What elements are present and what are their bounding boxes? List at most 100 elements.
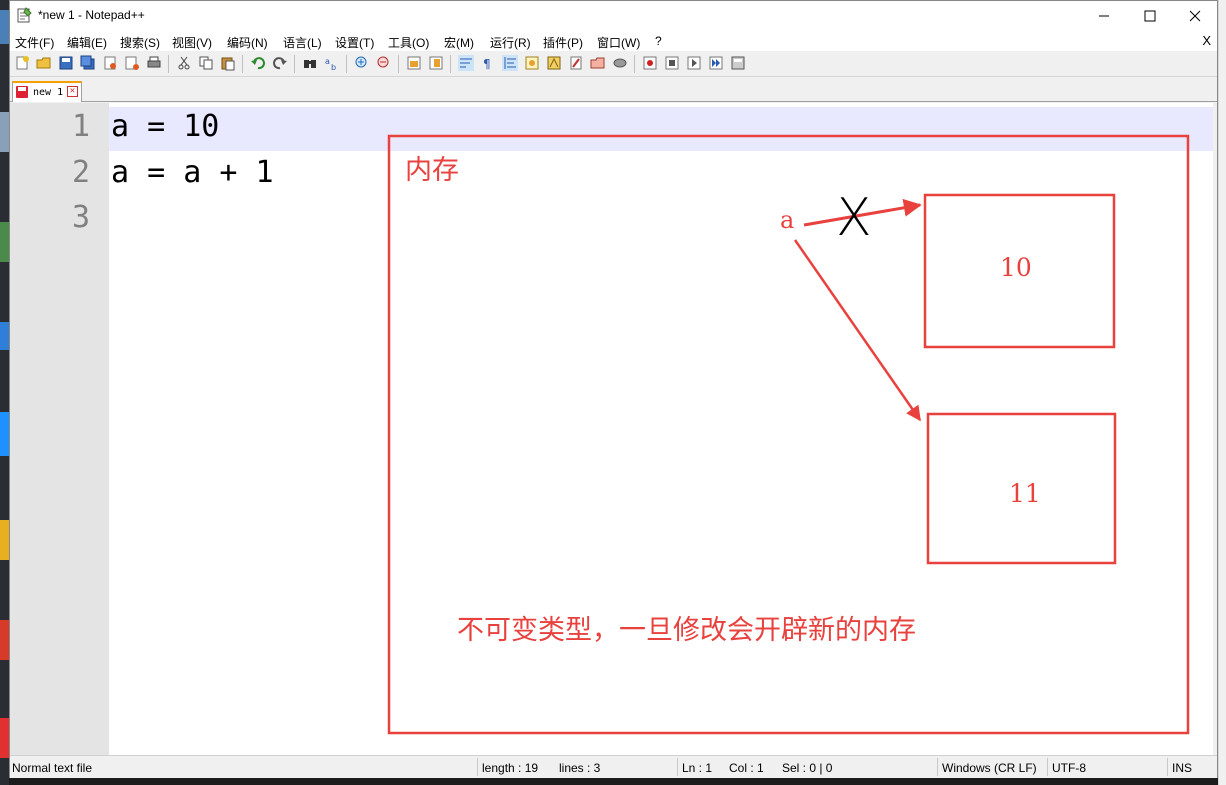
status-lines: lines : 3 [559, 761, 601, 775]
record-macro-icon[interactable] [642, 55, 658, 71]
close-icon [1189, 10, 1201, 22]
menu-tools[interactable]: 工具(O) [388, 34, 429, 51]
line-number-gutter: 1 2 3 [10, 103, 109, 755]
undo-icon[interactable] [250, 55, 266, 71]
line-number: 3 [71, 200, 90, 235]
title-bar[interactable]: *new 1 - Notepad++ [10, 1, 1217, 31]
open-file-icon[interactable] [36, 55, 52, 71]
menu-bar: 文件(F) 编辑(E) 搜索(S) 视图(V) 编码(N) 语言(L) 设置(T… [10, 31, 1217, 51]
zoom-out-icon[interactable] [376, 55, 392, 71]
status-encoding[interactable]: UTF-8 [1052, 761, 1086, 775]
sync-horizontal-icon[interactable] [428, 55, 444, 71]
toolbar-separator [346, 55, 347, 73]
close-button[interactable] [1172, 1, 1218, 31]
close-file-icon[interactable] [102, 55, 118, 71]
svg-text:¶: ¶ [483, 57, 491, 71]
menu-encoding[interactable]: 编码(N) [227, 34, 268, 51]
unsaved-file-icon [16, 86, 28, 98]
svg-text:b: b [331, 63, 336, 71]
notepad-app-icon [17, 7, 32, 23]
run-macro-multiple-icon[interactable] [708, 55, 724, 71]
status-file-type: Normal text file [12, 761, 93, 775]
save-macro-icon[interactable] [730, 55, 746, 71]
toolbar-separator [242, 55, 243, 73]
menu-search[interactable]: 搜索(S) [120, 34, 160, 51]
play-macro-icon[interactable] [686, 55, 702, 71]
toolbar-separator [634, 55, 635, 73]
vertical-scrollbar[interactable] [1213, 103, 1217, 755]
print-icon[interactable] [146, 55, 162, 71]
status-ln: Ln : 1 [682, 761, 713, 775]
close-all-icon[interactable] [124, 55, 140, 71]
menu-run[interactable]: 运行(R) [490, 34, 531, 51]
menu-language[interactable]: 语言(L) [283, 34, 322, 51]
minimize-button[interactable] [1081, 1, 1127, 31]
background-window-edge [1218, 0, 1226, 785]
menu-plugins[interactable]: 插件(P) [543, 34, 583, 51]
desktop-icon[interactable] [0, 322, 9, 350]
copy-icon[interactable] [198, 55, 214, 71]
paste-icon[interactable] [220, 55, 236, 71]
maximize-icon [1144, 10, 1156, 22]
status-insert-mode[interactable]: INS [1172, 761, 1192, 775]
variable-label: a [780, 206, 795, 234]
desktop-icon[interactable] [0, 222, 9, 262]
tab-close-icon[interactable]: ✕ [67, 86, 78, 97]
menu-help[interactable]: ? [655, 34, 662, 48]
toolbar: ab ¶ [10, 51, 1217, 77]
status-length: length : 19 [482, 761, 539, 775]
cut-icon[interactable] [176, 55, 192, 71]
desktop-icon[interactable] [0, 10, 9, 44]
line-number: 1 [71, 109, 90, 144]
menu-edit[interactable]: 编辑(E) [67, 34, 107, 51]
desktop-icon[interactable] [0, 620, 9, 660]
menu-file[interactable]: 文件(F) [15, 34, 54, 51]
menu-view[interactable]: 视图(V) [172, 34, 212, 51]
menu-window[interactable]: 窗口(W) [597, 34, 640, 51]
line-number: 2 [71, 155, 90, 190]
new-file-icon[interactable] [14, 55, 30, 71]
doc-map-icon[interactable] [546, 55, 562, 71]
close-document-button[interactable]: X [1202, 33, 1211, 48]
toolbar-separator [168, 55, 169, 73]
find-icon[interactable] [302, 55, 318, 71]
udl-icon[interactable] [524, 55, 540, 71]
new-value-label: 11 [1009, 479, 1041, 508]
menu-macro[interactable]: 宏(M) [444, 34, 474, 51]
sync-vertical-icon[interactable] [406, 55, 422, 71]
code-line: a = 10 [111, 109, 220, 144]
tab-bar: new 1 ✕ [10, 78, 1217, 102]
indent-guide-icon[interactable] [502, 55, 518, 71]
redo-icon[interactable] [272, 55, 288, 71]
immutable-note: 不可变类型，一旦修改会开辟新的内存 [457, 615, 916, 646]
status-eol[interactable]: Windows (CR LF) [942, 761, 1037, 775]
text-editor[interactable]: 1 2 3 a = 10 a = a + 1 [10, 103, 1217, 755]
stop-macro-icon[interactable] [664, 55, 680, 71]
status-separator [1167, 758, 1168, 776]
function-list-icon[interactable] [568, 55, 584, 71]
desktop-icon[interactable] [0, 412, 9, 456]
status-col: Col : 1 [729, 761, 764, 775]
menu-settings[interactable]: 设置(T) [335, 34, 374, 51]
memory-label: 内存 [405, 155, 459, 186]
maximize-button[interactable] [1127, 1, 1173, 31]
save-all-icon[interactable] [80, 55, 96, 71]
tab-label: new 1 [33, 87, 64, 98]
save-icon[interactable] [58, 55, 74, 71]
tab-new-1[interactable]: new 1 ✕ [12, 81, 82, 102]
desktop-icon[interactable] [0, 520, 9, 560]
desktop-icon[interactable] [0, 718, 9, 758]
show-all-chars-icon[interactable]: ¶ [480, 55, 496, 71]
code-line: a = a + 1 [111, 155, 274, 190]
toolbar-separator [398, 55, 399, 73]
desktop-icon[interactable] [0, 112, 9, 152]
word-wrap-icon[interactable] [458, 55, 474, 71]
zoom-in-icon[interactable] [354, 55, 370, 71]
status-bar: Normal text file length : 19 lines : 3 L… [10, 755, 1217, 778]
current-line-highlight [109, 107, 1213, 151]
folder-workspace-icon[interactable] [590, 55, 606, 71]
replace-icon[interactable]: ab [324, 55, 340, 71]
status-separator [1047, 758, 1048, 776]
monitoring-icon[interactable] [612, 55, 628, 71]
window-title: *new 1 - Notepad++ [38, 8, 145, 22]
